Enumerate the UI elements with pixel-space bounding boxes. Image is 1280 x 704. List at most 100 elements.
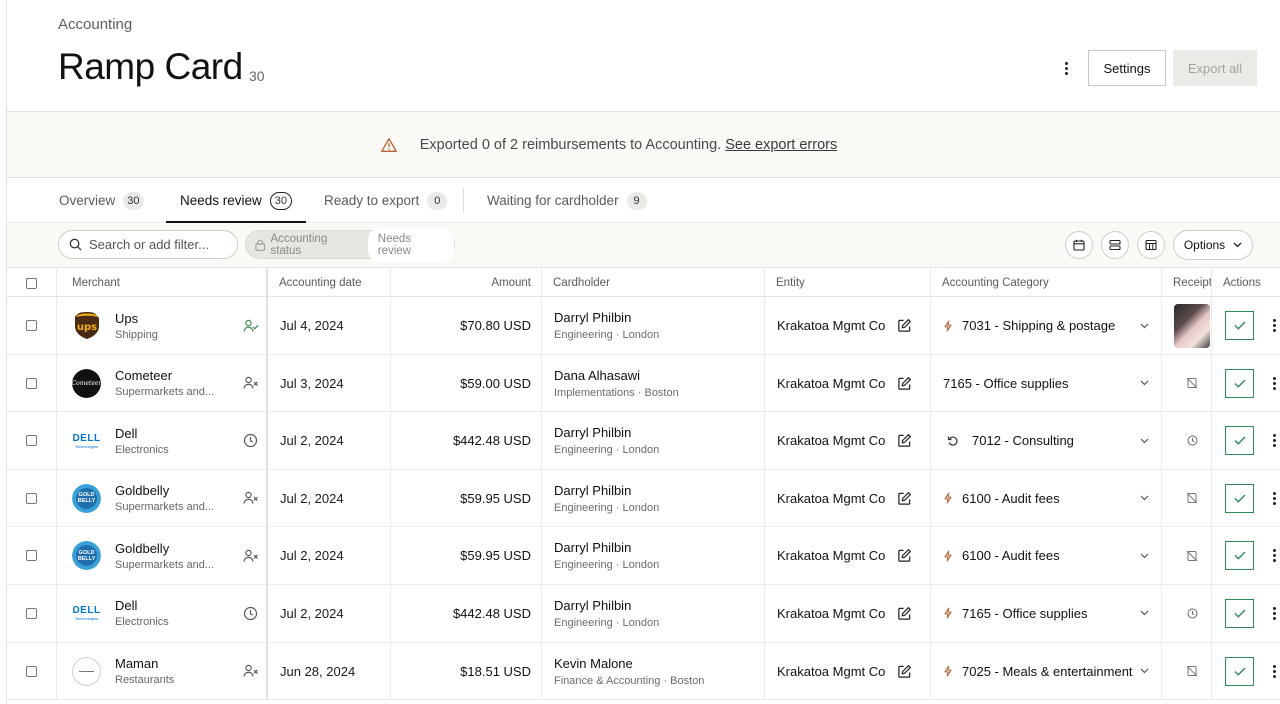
date-filter-button[interactable]	[1065, 231, 1093, 259]
entity-value[interactable]: Krakatoa Mgmt Co	[777, 412, 885, 469]
accounting-status-filter-chip[interactable]: Accounting status Needs review	[245, 227, 455, 262]
merchant-cell[interactable]: DELL Technologies Dell Electronics	[72, 412, 168, 469]
category-dropdown-toggle[interactable]	[1140, 585, 1149, 642]
merchant-cell[interactable]: GOLD BELLY Goldbelly Supermarkets and...	[72, 470, 214, 527]
receipt-cell[interactable]	[1173, 470, 1211, 527]
approve-button[interactable]	[1225, 527, 1254, 584]
row-checkbox[interactable]	[26, 607, 37, 619]
col-accounting-category[interactable]: Accounting Category	[942, 268, 1049, 298]
table-row[interactable]: GOLD BELLY Goldbelly Supermarkets and...…	[7, 527, 1280, 585]
merchant-cell[interactable]: DELL Technologies Dell Electronics	[72, 585, 168, 642]
search-input[interactable]	[89, 237, 229, 252]
receipt-cell[interactable]	[1173, 297, 1211, 354]
table-row[interactable]: DELL Technologies Dell Electronics Jul 2,…	[7, 584, 1280, 643]
entity-value[interactable]: Krakatoa Mgmt Co	[777, 585, 885, 642]
table-row[interactable]: DELL Technologies Dell Electronics Jul 2,…	[7, 412, 1280, 470]
row-checkbox[interactable]	[26, 550, 37, 562]
col-accounting-date[interactable]: Accounting date	[279, 268, 361, 298]
edit-entity-button[interactable]	[897, 297, 912, 354]
accounting-category-select[interactable]: 6100 - Audit fees	[943, 527, 1060, 584]
accounting-category-select[interactable]: 6100 - Audit fees	[943, 470, 1060, 527]
category-dropdown-toggle[interactable]	[1140, 527, 1149, 584]
search-box[interactable]	[58, 230, 238, 259]
entity-value[interactable]: Krakatoa Mgmt Co	[777, 643, 885, 700]
receipt-cell[interactable]	[1173, 355, 1211, 412]
col-amount[interactable]: Amount	[400, 268, 531, 298]
edit-entity-button[interactable]	[897, 527, 912, 584]
row-checkbox[interactable]	[26, 492, 37, 504]
row-more-icon[interactable]	[1273, 527, 1276, 584]
receipt-cell[interactable]	[1173, 527, 1211, 584]
tab-ready-to-export[interactable]: Ready to export 0	[324, 178, 448, 223]
receipt-thumbnail[interactable]	[1174, 303, 1210, 348]
edit-entity-button[interactable]	[897, 412, 912, 469]
see-export-errors-link[interactable]: See export errors	[725, 137, 837, 153]
table-row[interactable]: ups Ups Shipping Jul 4, 2024 $70.80 USD …	[7, 297, 1280, 355]
receipt-cell[interactable]	[1173, 585, 1211, 642]
table-row[interactable]: Maman Restaurants Jun 28, 2024 $18.51 US…	[7, 642, 1280, 701]
row-more-icon[interactable]	[1273, 470, 1276, 527]
accounting-category-select[interactable]: 7012 - Consulting	[943, 412, 1074, 469]
col-receipt[interactable]: Receipt	[1173, 268, 1212, 298]
more-options-icon[interactable]	[1054, 56, 1078, 80]
category-dropdown-toggle[interactable]	[1140, 355, 1149, 412]
table-row[interactable]: Cometeer Cometeer Supermarkets and... Ju…	[7, 354, 1280, 413]
columns-button[interactable]	[1137, 231, 1165, 259]
settings-button[interactable]: Settings	[1088, 50, 1166, 86]
receipt-cell[interactable]	[1173, 412, 1211, 469]
approve-button[interactable]	[1225, 470, 1254, 527]
approve-button[interactable]	[1225, 355, 1254, 412]
merchant-cell[interactable]: GOLD BELLY Goldbelly Supermarkets and...	[72, 527, 214, 584]
category-dropdown-toggle[interactable]	[1140, 297, 1149, 354]
col-merchant[interactable]: Merchant	[72, 268, 120, 298]
category-dropdown-toggle[interactable]	[1140, 470, 1149, 527]
group-rows-button[interactable]	[1101, 231, 1129, 259]
edit-entity-button[interactable]	[897, 355, 912, 412]
category-dropdown-toggle[interactable]	[1140, 643, 1149, 700]
row-checkbox[interactable]	[26, 435, 37, 447]
clock-icon	[243, 412, 258, 469]
entity-value[interactable]: Krakatoa Mgmt Co	[777, 297, 885, 354]
row-checkbox[interactable]	[26, 320, 37, 331]
select-all-checkbox[interactable]	[26, 277, 37, 289]
edit-entity-button[interactable]	[897, 585, 912, 642]
entity-value[interactable]: Krakatoa Mgmt Co	[777, 470, 885, 527]
entity-value[interactable]: Krakatoa Mgmt Co	[777, 527, 885, 584]
entity-value[interactable]: Krakatoa Mgmt Co	[777, 355, 885, 412]
tab-waiting-for-cardholder[interactable]: Waiting for cardholder 9	[487, 178, 647, 223]
row-checkbox[interactable]	[26, 377, 37, 389]
edit-entity-button[interactable]	[897, 643, 912, 700]
row-checkbox[interactable]	[26, 665, 37, 677]
clock-icon	[243, 585, 258, 642]
category-dropdown-toggle[interactable]	[1140, 412, 1149, 469]
merchant-cell[interactable]: Maman Restaurants	[72, 643, 174, 700]
approve-button[interactable]	[1225, 412, 1254, 469]
tab-needs-review[interactable]: Needs review 30	[165, 178, 307, 223]
accounting-category-select[interactable]: 7031 - Shipping & postage	[943, 297, 1115, 354]
edit-entity-button[interactable]	[897, 470, 912, 527]
breadcrumb[interactable]: Accounting	[58, 16, 132, 33]
row-more-icon[interactable]	[1273, 412, 1276, 469]
receipt-pending-icon	[1187, 435, 1197, 446]
approve-checkmark	[1225, 368, 1254, 398]
options-dropdown[interactable]: Options	[1173, 230, 1253, 260]
tab-overview[interactable]: Overview 30	[59, 178, 144, 223]
approve-button[interactable]	[1225, 585, 1254, 642]
merchant-name: Goldbelly	[115, 483, 170, 499]
merchant-cell[interactable]: Cometeer Cometeer Supermarkets and...	[72, 355, 214, 412]
merchant-cell[interactable]: ups Ups Shipping	[72, 297, 158, 354]
col-entity[interactable]: Entity	[776, 268, 805, 298]
approve-button[interactable]	[1225, 297, 1254, 354]
row-more-icon[interactable]	[1273, 297, 1276, 354]
export-all-button[interactable]: Export all	[1173, 50, 1257, 86]
row-more-icon[interactable]	[1273, 643, 1276, 700]
table-row[interactable]: GOLD BELLY Goldbelly Supermarkets and...…	[7, 469, 1280, 528]
accounting-category-select[interactable]: 7165 - Office supplies	[943, 585, 1088, 642]
accounting-category-select[interactable]: 7165 - Office supplies	[943, 355, 1069, 412]
row-more-icon[interactable]	[1273, 585, 1276, 642]
receipt-cell[interactable]	[1173, 643, 1211, 700]
accounting-category-select[interactable]: 7025 - Meals & entertainment	[943, 643, 1133, 700]
col-cardholder[interactable]: Cardholder	[553, 268, 610, 298]
row-more-icon[interactable]	[1273, 355, 1276, 412]
approve-button[interactable]	[1225, 643, 1254, 700]
